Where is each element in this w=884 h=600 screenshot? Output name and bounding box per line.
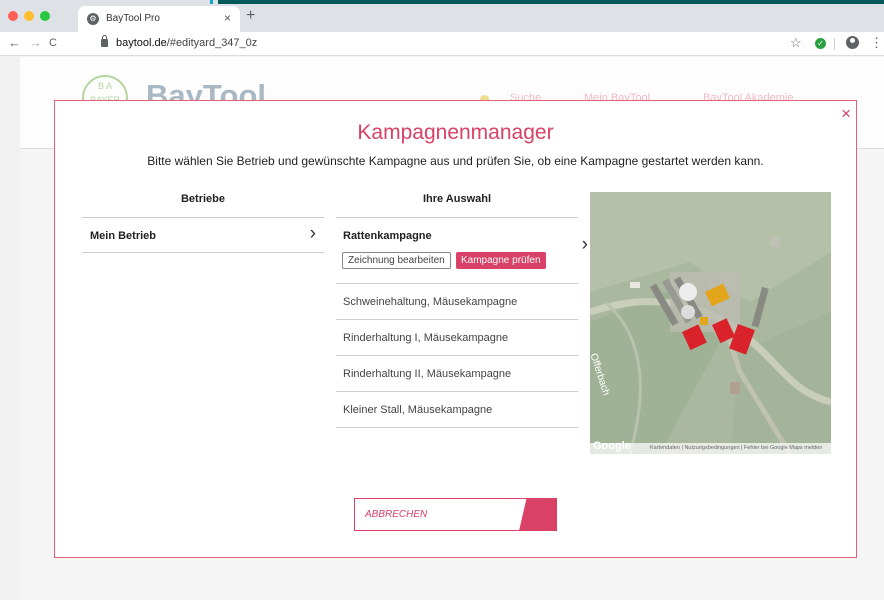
farm-list-item[interactable]: Mein Betrieb › bbox=[82, 217, 324, 253]
maximize-window-icon[interactable] bbox=[40, 11, 50, 21]
browser-tabbar: ⚙ BayTool Pro × + bbox=[0, 0, 884, 32]
page-accent-strip bbox=[210, 0, 213, 4]
forward-button[interactable]: → bbox=[29, 35, 42, 50]
campaign-name: Kleiner Stall, Mäusekampagne bbox=[343, 404, 493, 416]
back-button[interactable]: ← bbox=[8, 35, 21, 50]
check-campaign-button[interactable]: Kampagne prüfen bbox=[456, 252, 546, 269]
page-accent-strip-dark bbox=[218, 0, 884, 4]
tab-close-icon[interactable]: × bbox=[224, 11, 231, 25]
account-icon[interactable] bbox=[846, 36, 859, 49]
chevron-right-icon: › bbox=[309, 223, 316, 244]
cancel-button[interactable]: ABBRECHEN bbox=[354, 498, 557, 531]
modal-title: Kampagnenmanager bbox=[357, 121, 554, 144]
google-logo: Google bbox=[593, 440, 631, 452]
close-window-icon[interactable] bbox=[8, 11, 18, 21]
bookmark-star-icon[interactable]: ☆ bbox=[790, 35, 802, 51]
campaign-name: Rattenkampagne bbox=[343, 230, 432, 242]
campaign-manager-modal: × Kampagnenmanager Bitte wählen Sie Betr… bbox=[54, 100, 857, 558]
campaign-item[interactable]: Kleiner Stall, Mäusekampagne bbox=[336, 392, 578, 428]
browser-tab[interactable]: ⚙ BayTool Pro × bbox=[78, 6, 240, 32]
campaign-item-active[interactable]: Rattenkampagne Zeichnung bearbeiten Kamp… bbox=[336, 217, 588, 284]
campaign-item[interactable]: Schweinehaltung, Mäusekampagne bbox=[336, 284, 578, 320]
map-imagery bbox=[590, 192, 831, 454]
reload-button[interactable]: C bbox=[49, 37, 57, 49]
address-bar[interactable]: baytool.de/#edityard_347_0z bbox=[116, 37, 257, 49]
farm-name: Mein Betrieb bbox=[90, 230, 157, 242]
button-accent-shape bbox=[519, 498, 557, 531]
campaign-name: Rinderhaltung II, Mäusekampagne bbox=[343, 368, 512, 380]
url-path: /#edityard_347_0z bbox=[166, 37, 258, 49]
tab-title: BayTool Pro bbox=[106, 13, 160, 24]
cancel-label: ABBRECHEN bbox=[365, 509, 428, 520]
satellite-map[interactable]: Offerbach Kartendaten | Nutzungsbedingun… bbox=[590, 192, 831, 454]
farms-column-header: Betriebe bbox=[180, 193, 226, 205]
browser-toolbar: ← → C baytool.de/#edityard_347_0z ☆ ✓ ⋮ bbox=[0, 32, 884, 56]
url-host: baytool.de bbox=[116, 37, 167, 49]
campaign-item[interactable]: Rinderhaltung II, Mäusekampagne bbox=[336, 356, 578, 392]
browser-menu-icon[interactable]: ⋮ bbox=[870, 35, 883, 51]
extension-check-icon[interactable]: ✓ bbox=[815, 38, 826, 49]
campaign-item[interactable]: Rinderhaltung I, Mäusekampagne bbox=[336, 320, 578, 356]
edit-drawing-button[interactable]: Zeichnung bearbeiten bbox=[342, 252, 451, 269]
selection-column-header: Ihre Auswahl bbox=[422, 193, 492, 205]
campaign-name: Schweinehaltung, Mäusekampagne bbox=[343, 296, 518, 308]
new-tab-button[interactable]: + bbox=[246, 7, 255, 25]
campaign-name: Rinderhaltung I, Mäusekampagne bbox=[343, 332, 509, 344]
chevron-right-icon: › bbox=[581, 234, 588, 255]
toolbar-divider bbox=[834, 38, 835, 50]
minimize-window-icon[interactable] bbox=[24, 11, 34, 21]
favicon-icon: ⚙ bbox=[87, 13, 99, 25]
modal-subtitle: Bitte wählen Sie Betrieb und gewünschte … bbox=[147, 154, 764, 168]
lock-icon bbox=[101, 35, 108, 47]
